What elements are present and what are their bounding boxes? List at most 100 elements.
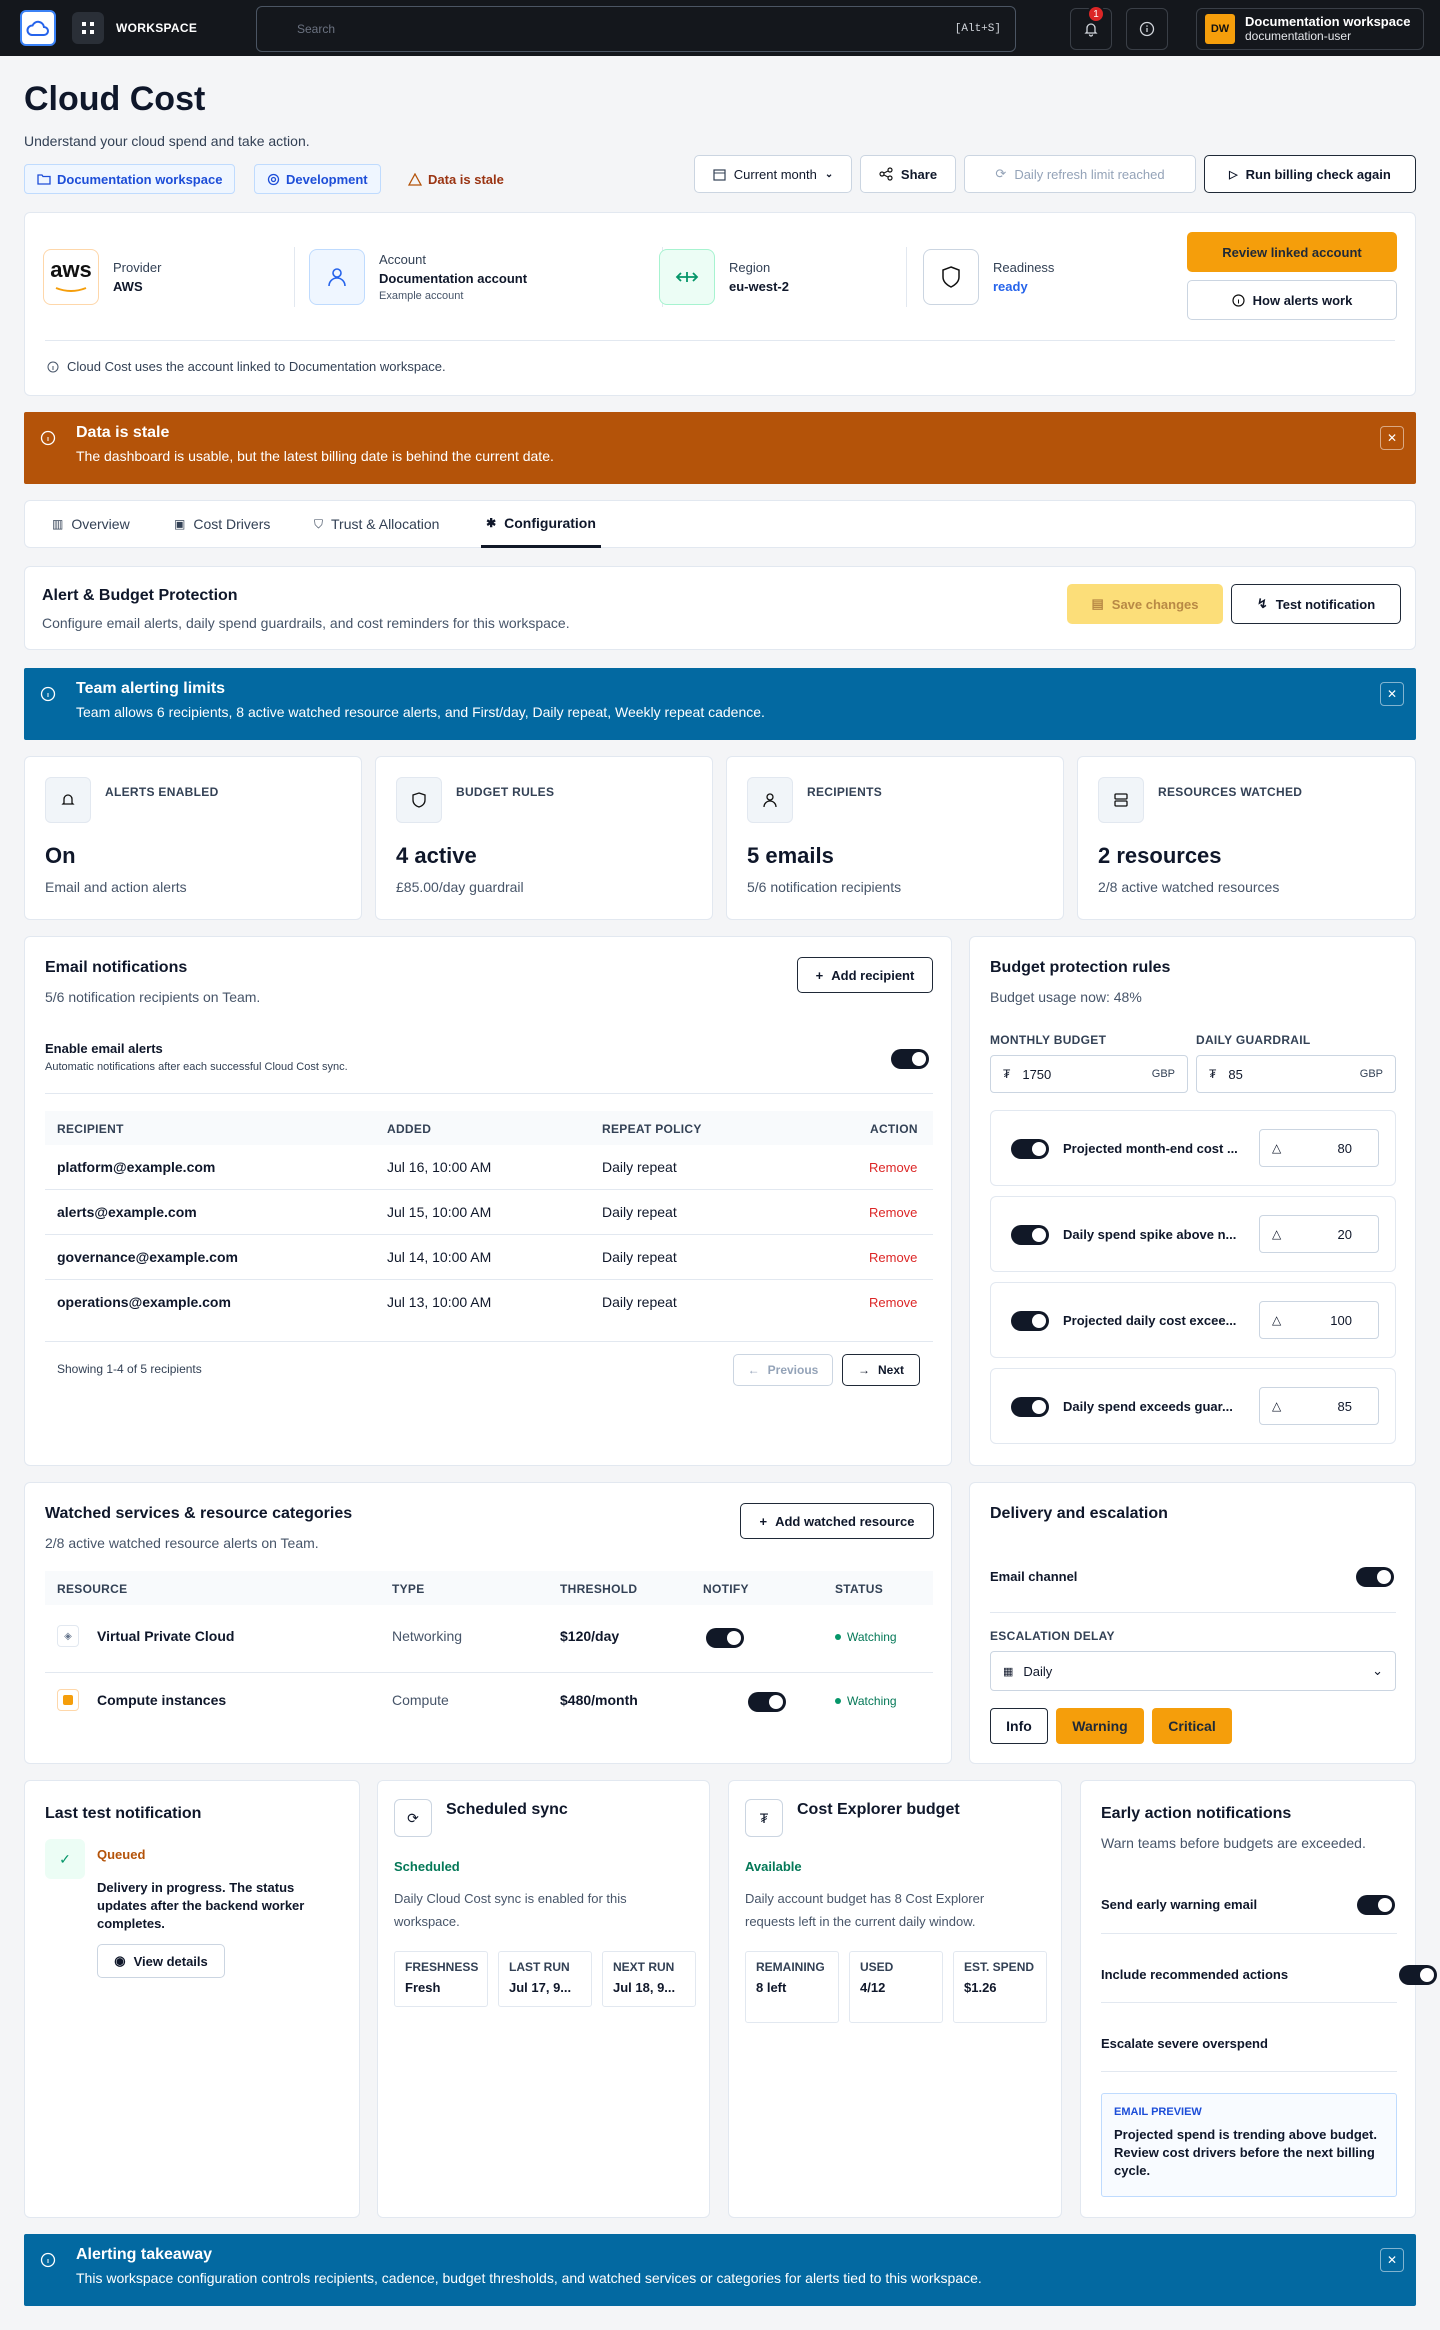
warning-triangle-icon: △ <box>1272 1227 1282 1241</box>
remove-recipient-button[interactable]: Remove <box>869 1160 917 1175</box>
check-icon: ✓ <box>45 1839 85 1879</box>
plus-icon: + <box>759 1513 768 1529</box>
search-placeholder: Search <box>297 22 336 36</box>
email-channel-label: Email channel <box>990 1569 1078 1584</box>
aws-logo-text: aws <box>50 257 92 282</box>
info-button[interactable] <box>1126 8 1168 50</box>
email-channel-toggle[interactable] <box>1356 1567 1394 1587</box>
review-button-label: Review linked account <box>1222 244 1362 260</box>
budget-rule-toggle[interactable] <box>1011 1139 1049 1159</box>
budget-rule: Projected month-end cost ... △ 80 <box>990 1110 1396 1186</box>
linked-account-card: aws Provider AWS Account Documentation acc… <box>24 212 1416 396</box>
email-alerts-toggle[interactable] <box>891 1049 929 1069</box>
recipient-policy: Daily repeat <box>602 1294 677 1310</box>
team-banner-title: Team alerting limits <box>76 680 226 697</box>
early-option-label: Include recommended actions <box>1101 1967 1289 1982</box>
budget-rule-threshold-input[interactable]: △ 85 <box>1259 1387 1379 1425</box>
escalation-delay-value: Daily <box>1023 1663 1053 1679</box>
remove-recipient-button[interactable]: Remove <box>869 1295 917 1310</box>
budget-rule-threshold-input[interactable]: △ 80 <box>1259 1129 1379 1167</box>
tab-cost-drivers[interactable]: ▣ Cost Drivers <box>174 500 270 548</box>
watched-title: Watched services & resource categories <box>45 1505 353 1522</box>
daily-guardrail-input[interactable]: ₮ 85 GBP <box>1196 1055 1396 1093</box>
previous-page-button[interactable]: ← Previous <box>733 1354 833 1386</box>
run-billing-check-button[interactable]: ▷ Run billing check again <box>1204 155 1416 193</box>
sync-title: Scheduled sync <box>446 1801 568 1818</box>
close-icon[interactable]: ✕ <box>1380 2248 1404 2272</box>
budget-title: Budget protection rules <box>990 959 1171 976</box>
search-input[interactable]: Search [Alt+S] <box>256 6 1016 52</box>
alerting-takeaway-banner: Alerting takeaway This workspace configu… <box>24 2234 1416 2306</box>
stale-indicator-label: Data is stale <box>428 171 504 187</box>
arrows-horizontal-icon <box>659 249 715 305</box>
explorer-est-spend: EST. SPEND $1.26 <box>953 1951 1047 2023</box>
user-menu[interactable]: DW Documentation workspace documentation… <box>1196 8 1424 50</box>
severity-warning-button[interactable]: Warning <box>1056 1708 1144 1744</box>
stat-value: 4 active <box>396 843 477 868</box>
period-select[interactable]: Current month ⌄ <box>694 155 852 193</box>
user-name: documentation-user <box>1245 29 1352 43</box>
apps-grid-icon[interactable] <box>72 12 104 44</box>
resource-notify-toggle[interactable] <box>706 1628 744 1648</box>
review-linked-account-button[interactable]: Review linked account <box>1187 232 1397 272</box>
next-run-label: NEXT RUN <box>613 1960 675 1974</box>
watched-subtitle: 2/8 active watched resource alerts on Te… <box>45 1535 319 1551</box>
close-icon[interactable]: ✕ <box>1380 682 1404 706</box>
severity-info-button[interactable]: Info <box>990 1708 1048 1744</box>
budget-rule-toggle[interactable] <box>1011 1311 1049 1331</box>
bar-chart-icon: ▥ <box>52 517 64 531</box>
escalation-delay-select[interactable]: ▦ Daily ⌄ <box>990 1651 1396 1691</box>
view-details-button[interactable]: ◉ View details <box>97 1944 225 1978</box>
workspace-pill[interactable]: Documentation workspace <box>24 164 236 194</box>
explorer-status: Available <box>745 1859 802 1874</box>
save-changes-button[interactable]: ▤ Save changes <box>1067 584 1223 624</box>
arrow-left-icon: ← <box>747 1363 760 1377</box>
stat-label: RESOURCES WATCHED <box>1158 785 1303 799</box>
budget-rule-toggle[interactable] <box>1011 1397 1049 1417</box>
tab-configuration[interactable]: ✱ Configuration <box>481 500 601 548</box>
budget-rule-threshold-input[interactable]: △ 20 <box>1259 1215 1379 1253</box>
recipient-policy: Daily repeat <box>602 1159 677 1175</box>
remove-recipient-button[interactable]: Remove <box>869 1205 917 1220</box>
stat-sub: 2/8 active watched resources <box>1098 879 1280 895</box>
remove-recipient-button[interactable]: Remove <box>869 1250 917 1265</box>
budget-rule-threshold-input[interactable]: △ 100 <box>1259 1301 1379 1339</box>
budget-rule-toggle[interactable] <box>1011 1225 1049 1245</box>
user-icon <box>309 249 365 305</box>
next-page-button[interactable]: → Next <box>842 1354 920 1386</box>
next-run-value: Jul 18, 9... <box>613 1980 676 1995</box>
tab-trust-allocation[interactable]: ⛉ Trust & Allocation <box>314 500 439 548</box>
how-alerts-work-button[interactable]: How alerts work <box>1187 280 1397 320</box>
tab-overview[interactable]: ▥ Overview <box>52 500 130 548</box>
scheduled-sync-card: ⟳ Scheduled sync Scheduled Daily Cloud C… <box>377 1780 710 2218</box>
calendar-icon <box>713 168 726 181</box>
early-warning-toggle[interactable] <box>1357 1895 1395 1915</box>
stat-budget-rules: BUDGET RULES 4 active £85.00/day guardra… <box>375 756 713 920</box>
daily-guardrail-value: 85 <box>1228 1066 1243 1082</box>
close-icon[interactable]: ✕ <box>1380 426 1404 450</box>
share-button[interactable]: Share <box>860 155 956 193</box>
environment-pill[interactable]: Development <box>254 164 381 194</box>
email-title: Email notifications <box>45 959 188 976</box>
budget-rule: Projected daily cost excee... △ 100 <box>990 1282 1396 1358</box>
recommended-actions-toggle[interactable] <box>1398 1965 1437 1985</box>
severity-critical-button[interactable]: Critical <box>1152 1708 1232 1744</box>
add-recipient-button[interactable]: + Add recipient <box>797 957 933 993</box>
early-option-label: Send early warning email <box>1101 1897 1258 1912</box>
account-note-text: Cloud Cost uses the account linked to Do… <box>67 359 446 374</box>
notifications-button[interactable]: 1 <box>1070 5 1112 50</box>
view-details-label: View details <box>133 1953 208 1969</box>
test-notification-button[interactable]: ↯ Test notification <box>1231 584 1401 624</box>
resource-notify-toggle[interactable] <box>747 1692 786 1712</box>
severity-critical-label: Critical <box>1168 1718 1216 1734</box>
cloud-logo-icon[interactable] <box>20 10 56 46</box>
info-icon <box>40 430 56 446</box>
recipient-email: governance@example.com <box>57 1249 238 1265</box>
monthly-budget-input[interactable]: ₮ 1750 GBP <box>990 1055 1188 1093</box>
email-preview-label: EMAIL PREVIEW <box>1114 2106 1202 2118</box>
add-watched-resource-button[interactable]: + Add watched resource <box>740 1503 934 1539</box>
readiness-label: Readiness <box>993 260 1055 275</box>
environment-pill-label: Development <box>286 171 368 187</box>
refresh-limit-button[interactable]: ⟳ Daily refresh limit reached <box>964 155 1196 193</box>
currency-icon: ₮ <box>1209 1067 1217 1081</box>
